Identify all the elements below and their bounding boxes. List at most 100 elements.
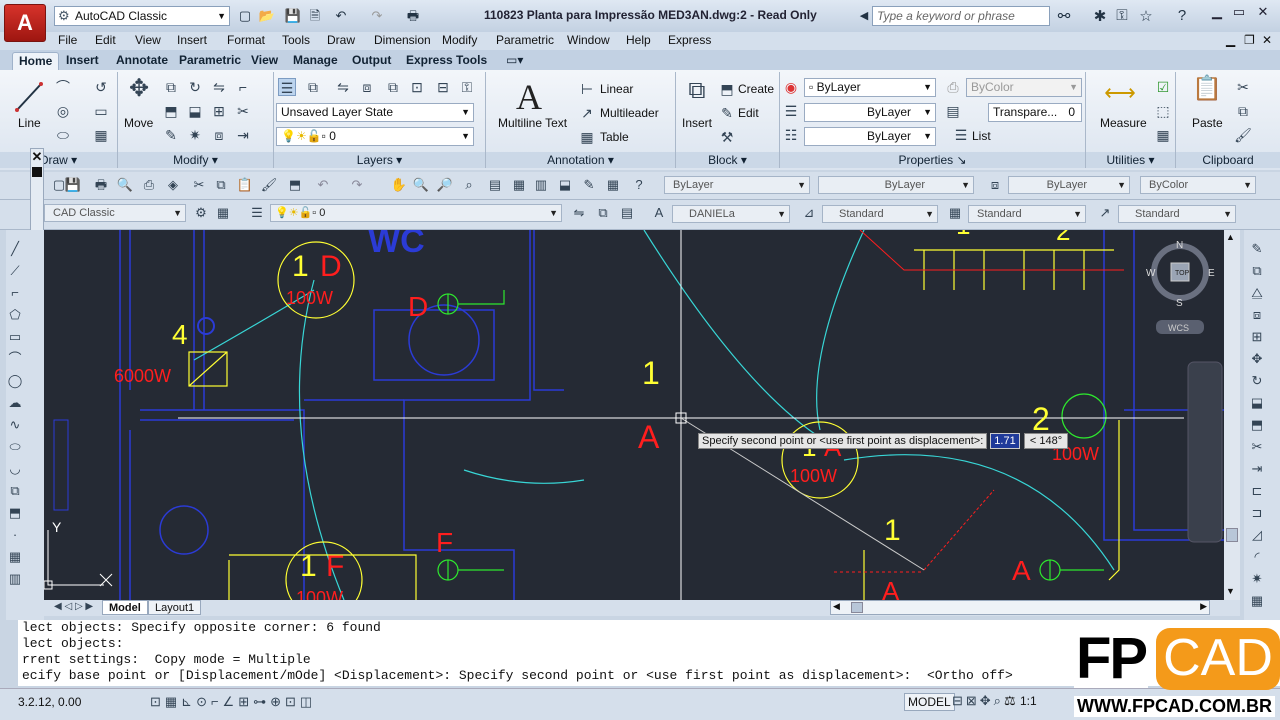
doc-close-icon[interactable]: ✕ xyxy=(1262,33,1272,47)
create-block-icon[interactable]: ⬒ xyxy=(718,80,736,98)
color-control[interactable]: ByLayer ▼ xyxy=(664,176,810,194)
redo-icon[interactable]: ↷ xyxy=(368,7,386,25)
dim-style-control[interactable]: Standard ▼ xyxy=(822,205,938,223)
palette-title-bar[interactable] xyxy=(32,167,42,177)
application-menu-button[interactable]: A xyxy=(4,4,46,42)
insert-block-icon[interactable]: ⧉ xyxy=(6,482,24,500)
linetype-select[interactable]: ByLayer ▼ xyxy=(804,127,936,146)
copy-icon[interactable]: ⧉ xyxy=(162,78,180,96)
viewcube-north[interactable]: N xyxy=(1176,240,1183,251)
layer-lock-icon[interactable]: ⚿ xyxy=(458,78,476,96)
stretch-icon[interactable]: ⬒ xyxy=(1248,416,1266,434)
paste-icon[interactable]: 📋 xyxy=(1192,77,1222,112)
insert-block-icon[interactable]: ⧉ xyxy=(682,79,712,112)
horizontal-scrollbar[interactable]: ◀ ▶ xyxy=(830,600,1210,615)
fillet-icon[interactable]: ⌐ xyxy=(234,78,252,96)
linear-dimension-icon[interactable]: ⊢ xyxy=(578,80,596,98)
viewcube-south[interactable]: S xyxy=(1176,298,1183,309)
mirror-icon[interactable]: ⇋ xyxy=(210,78,228,96)
arc-icon[interactable]: ⌒ xyxy=(6,350,24,368)
menu-file[interactable]: File xyxy=(58,33,77,47)
table-label[interactable]: Table xyxy=(600,130,629,144)
help-icon[interactable]: ? xyxy=(1172,7,1192,24)
tab-view[interactable]: View xyxy=(245,52,284,70)
tab-insert[interactable]: Insert xyxy=(60,52,105,70)
linetype-icon[interactable]: ☷ xyxy=(782,126,800,144)
hscroll-thumb[interactable] xyxy=(851,602,863,613)
layer-properties-icon[interactable]: ☰ xyxy=(278,78,296,96)
scale-icon[interactable]: ⬓ xyxy=(186,102,204,120)
close-icon[interactable]: ✕ xyxy=(31,149,43,165)
insert-label[interactable]: Insert xyxy=(682,116,712,130)
trim-icon[interactable]: ✂ xyxy=(1248,438,1266,456)
copy-clip-icon[interactable]: ⧉ xyxy=(1234,102,1252,120)
current-layer-select[interactable]: 💡☀🔓▫ 0 ▼ xyxy=(276,127,474,146)
make-current-icon[interactable]: ⇋ xyxy=(570,204,588,222)
list-label[interactable]: List xyxy=(972,129,991,143)
trim-icon[interactable]: ✂ xyxy=(234,102,252,120)
plotstyle-icon[interactable]: ⎙ xyxy=(944,78,962,96)
properties-panel-label[interactable]: Properties ↘ xyxy=(780,152,1085,168)
explode-icon[interactable]: ✷ xyxy=(186,126,204,144)
create-label[interactable]: Create xyxy=(738,82,774,96)
utilities-panel-label[interactable]: Utilities ▾ xyxy=(1086,152,1175,168)
copy-icon[interactable]: ⧉ xyxy=(212,176,230,194)
tab-annotate[interactable]: Annotate xyxy=(110,52,174,70)
annotation-panel-label[interactable]: Annotation ▾ xyxy=(486,152,675,168)
model-space-toggle[interactable]: MODEL xyxy=(904,693,955,711)
annotation-scale-icon[interactable]: ⚖ xyxy=(1004,693,1016,709)
ellipse-icon[interactable]: ⬭ xyxy=(6,438,24,456)
plot-icon[interactable]: 🖶 xyxy=(404,7,422,25)
close-icon[interactable]: ✕ xyxy=(1252,4,1274,22)
layer-state-select[interactable]: Unsaved Layer State ▼ xyxy=(276,103,474,122)
rotate-icon[interactable]: ↻ xyxy=(1248,372,1266,390)
redo-icon[interactable]: ↷ xyxy=(348,176,366,194)
array-icon[interactable]: ⊞ xyxy=(1248,328,1266,346)
layer-isolate-icon[interactable]: ⧈ xyxy=(358,78,376,96)
tab-output[interactable]: Output xyxy=(346,52,397,70)
multiline-text-icon[interactable]: A xyxy=(516,76,542,118)
chamfer-icon[interactable]: ◿ xyxy=(1248,526,1266,544)
table-style-control[interactable]: Standard ▼ xyxy=(968,205,1086,223)
pan-icon[interactable]: ✋ xyxy=(390,176,408,194)
edit-hatch-icon[interactable]: ▦ xyxy=(1248,592,1266,610)
lineweight-icon[interactable]: ☰ xyxy=(782,102,800,120)
multiline-text-label[interactable]: Multiline Text xyxy=(498,116,567,130)
menu-insert[interactable]: Insert xyxy=(177,33,207,47)
offset-icon[interactable]: ⧈ xyxy=(210,126,228,144)
minimize-icon[interactable]: ▁ xyxy=(1206,4,1228,22)
extend-icon[interactable]: ⇥ xyxy=(1248,460,1266,478)
point-icon[interactable]: · xyxy=(6,526,24,544)
tab-manage[interactable]: Manage xyxy=(287,52,344,70)
mleader-style-icon[interactable]: ↗ xyxy=(1096,204,1114,222)
tab-parametric[interactable]: Parametric xyxy=(173,52,247,70)
layer-properties-icon[interactable]: ☰ xyxy=(248,204,266,222)
polygon-icon[interactable]: ⬠ xyxy=(6,306,24,324)
layer-previous-icon[interactable]: ⧉ xyxy=(594,204,612,222)
menu-dimension[interactable]: Dimension xyxy=(374,33,431,47)
workspace-settings-icon[interactable]: ▦ xyxy=(214,204,232,222)
gear-icon[interactable]: ⚙ xyxy=(192,204,210,222)
tool-palettes-icon[interactable]: ▥ xyxy=(532,176,550,194)
polyline-icon[interactable]: ⌐ xyxy=(6,284,24,302)
list-icon[interactable]: ☰ xyxy=(952,126,970,144)
table-icon[interactable]: ▦ xyxy=(578,128,596,146)
line-icon[interactable]: ╱ xyxy=(6,240,24,258)
offset-icon[interactable]: ⧈ xyxy=(1248,306,1266,324)
binoculars-icon[interactable]: ⚯ xyxy=(1054,7,1074,25)
text-style-icon[interactable]: A xyxy=(650,204,668,222)
menu-help[interactable]: Help xyxy=(626,33,651,47)
layer-control[interactable]: 💡☀🔓▫ 0 ▼ xyxy=(270,204,562,222)
plot-icon[interactable]: 🖶 xyxy=(92,176,110,194)
line-icon[interactable] xyxy=(14,80,44,114)
linear-label[interactable]: Linear xyxy=(600,82,633,96)
edit-block-icon[interactable]: ✎ xyxy=(718,104,736,122)
plotstyle-control[interactable]: ByColor ▼ xyxy=(1140,176,1256,194)
move-label[interactable]: Move xyxy=(124,116,153,130)
menu-window[interactable]: Window xyxy=(567,33,610,47)
linetype-icon[interactable]: ⧈ xyxy=(986,176,1004,194)
save-icon[interactable]: 💾 xyxy=(64,176,82,194)
hatch-icon[interactable]: ▦ xyxy=(92,126,110,144)
navigation-bar[interactable] xyxy=(1187,361,1223,543)
erase-icon[interactable]: ✎ xyxy=(1248,240,1266,258)
